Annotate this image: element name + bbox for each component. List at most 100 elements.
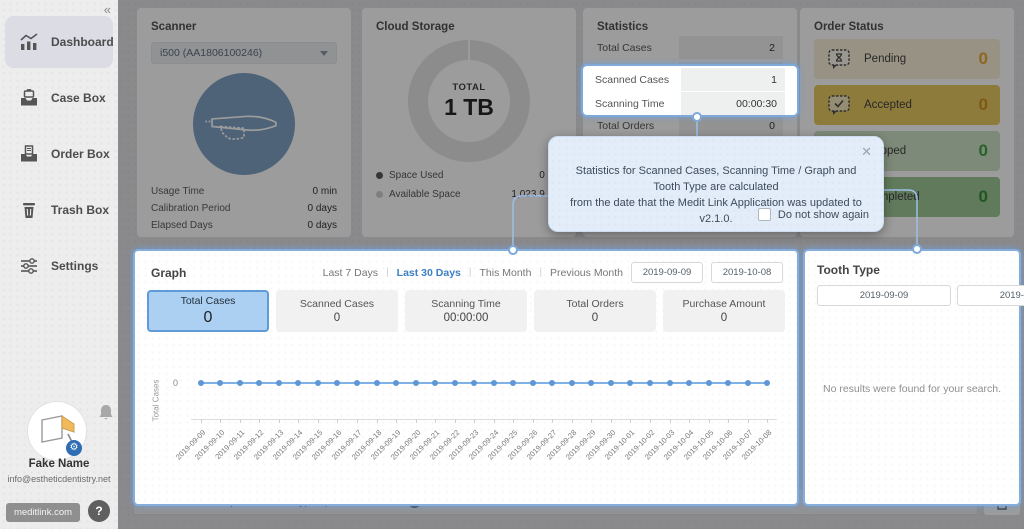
tab-value: 0: [333, 312, 341, 324]
data-point-cell: [562, 377, 582, 389]
y-axis-tick-label: 0: [173, 378, 179, 388]
statistics-info-popup: ✕ Statistics for Scanned Cases, Scanning…: [548, 136, 884, 232]
data-point-cell: [484, 377, 504, 389]
data-point: [568, 380, 575, 386]
data-point-cell: [699, 377, 719, 389]
tab-label: Scanned Cases: [299, 298, 375, 310]
data-point-cell: [347, 377, 367, 389]
graph-panel: Graph Last 7 Days | Last 30 Days | This …: [133, 249, 799, 506]
do-not-show-again-control[interactable]: Do not show again: [757, 208, 869, 221]
empty-results-message: No results were found for your search.: [823, 383, 1001, 395]
tab-scanned-cases[interactable]: Scanned Cases 0: [276, 290, 398, 332]
tooth-type-panel: Tooth Type No results were found for you…: [803, 249, 1024, 506]
sidebar-item-dashboard[interactable]: Dashboard: [5, 16, 114, 68]
filter-this-month[interactable]: This Month: [480, 267, 532, 279]
tab-value: 00:00:00: [443, 312, 489, 324]
filter-last-7-days[interactable]: Last 7 Days: [323, 267, 378, 279]
data-point: [646, 380, 653, 386]
data-point: [705, 380, 712, 386]
sidebar-item-label: Settings: [51, 259, 99, 273]
sidebar: « Dashboard Case Box Order Box Trash Box…: [0, 0, 118, 529]
data-point-cell: [406, 377, 426, 389]
sidebar-collapse-icon[interactable]: «: [104, 2, 111, 17]
line-chart: Total Cases 0 2019-09-09 2019-09-10 2019-0…: [151, 346, 783, 498]
tab-purchase-amount[interactable]: Purchase Amount 0: [663, 290, 785, 332]
sidebar-item-case-box[interactable]: Case Box: [5, 72, 113, 124]
date-range-filters: Last 7 Days | Last 30 Days | This Month …: [323, 262, 783, 283]
data-point: [275, 380, 282, 386]
help-support-button[interactable]: ?: [88, 500, 110, 522]
meditlink-site-button[interactable]: meditlink.com: [6, 503, 80, 522]
data-point: [627, 380, 634, 386]
plot-area: 2019-09-09 2019-09-10 2019-09-11 2019-09-12…: [174, 346, 777, 498]
data-point: [354, 380, 361, 386]
data-point: [549, 380, 556, 386]
tab-total-orders[interactable]: Total Orders 0: [534, 290, 656, 332]
data-point: [393, 380, 400, 386]
data-point-cell: [523, 377, 543, 389]
data-point: [607, 380, 614, 386]
data-point: [510, 380, 517, 386]
stat-value: 1: [681, 68, 785, 91]
tooth-type-date-range: [817, 285, 1024, 306]
data-point-cell: [328, 377, 348, 389]
app-window: « Dashboard Case Box Order Box Trash Box…: [0, 0, 1024, 529]
sidebar-item-settings[interactable]: Settings: [5, 240, 113, 292]
do-not-show-again-label: Do not show again: [777, 208, 869, 221]
graph-date-to-input[interactable]: [711, 262, 783, 283]
graph-title: Graph: [151, 265, 187, 280]
data-point-cell: [718, 377, 738, 389]
data-point-cell: [445, 377, 465, 389]
tab-value: 0: [720, 312, 728, 324]
sidebar-item-label: Order Box: [51, 147, 110, 161]
data-point-cell: [230, 377, 250, 389]
x-axis-tick: 2019-10-08: [740, 419, 777, 489]
data-point-cell: [308, 377, 328, 389]
filter-previous-month[interactable]: Previous Month: [550, 267, 623, 279]
data-point-cell: [757, 377, 777, 389]
data-point: [490, 380, 497, 386]
data-point: [764, 380, 771, 386]
data-point: [314, 380, 321, 386]
filter-last-30-days[interactable]: Last 30 Days: [397, 267, 461, 279]
graph-date-from-input[interactable]: [631, 262, 703, 283]
statistics-highlight-box: Scanned Cases 1 Scanning Time 00:00:30: [581, 64, 799, 117]
avatar[interactable]: ⚙: [28, 402, 86, 460]
data-point: [295, 380, 302, 386]
data-point: [373, 380, 380, 386]
data-point-cell: [660, 377, 680, 389]
case-box-icon: [21, 89, 37, 106]
user-email: info@estheticdentistry.net: [7, 474, 111, 484]
filter-divider: |: [468, 267, 472, 278]
data-point: [236, 380, 243, 386]
tab-total-cases[interactable]: Total Cases 0: [147, 290, 269, 332]
trash-box-icon: [23, 203, 35, 218]
data-point: [432, 380, 439, 386]
tab-label: Total Orders: [566, 298, 624, 310]
data-point-cell: [250, 377, 270, 389]
sidebar-item-order-box[interactable]: Order Box: [5, 128, 113, 180]
data-point-cell: [425, 377, 445, 389]
tab-label: Purchase Amount: [682, 298, 766, 310]
data-point: [744, 380, 751, 386]
chart-x-axis: 2019-09-09 2019-09-10 2019-09-11 2019-09-12…: [174, 419, 777, 489]
data-point: [471, 380, 478, 386]
tooth-date-to-input[interactable]: [957, 285, 1024, 306]
user-name: Fake Name: [28, 458, 90, 470]
data-point: [529, 380, 536, 386]
tab-scanning-time[interactable]: Scanning Time 00:00:00: [405, 290, 527, 332]
notification-bell-icon[interactable]: [96, 402, 116, 429]
close-icon[interactable]: ✕: [861, 144, 872, 160]
tooth-date-from-input[interactable]: [817, 285, 951, 306]
sidebar-item-label: Case Box: [51, 91, 106, 105]
tab-label: Total Cases: [180, 295, 236, 307]
do-not-show-again-checkbox[interactable]: [757, 208, 771, 221]
data-point-cell: [738, 377, 758, 389]
order-box-icon: [21, 145, 37, 162]
data-point-cell: [289, 377, 309, 389]
data-point-cell: [269, 377, 289, 389]
data-point-cell: [582, 377, 602, 389]
data-point: [686, 380, 693, 386]
data-point-cell: [191, 377, 211, 389]
sidebar-item-trash-box[interactable]: Trash Box: [5, 184, 113, 236]
